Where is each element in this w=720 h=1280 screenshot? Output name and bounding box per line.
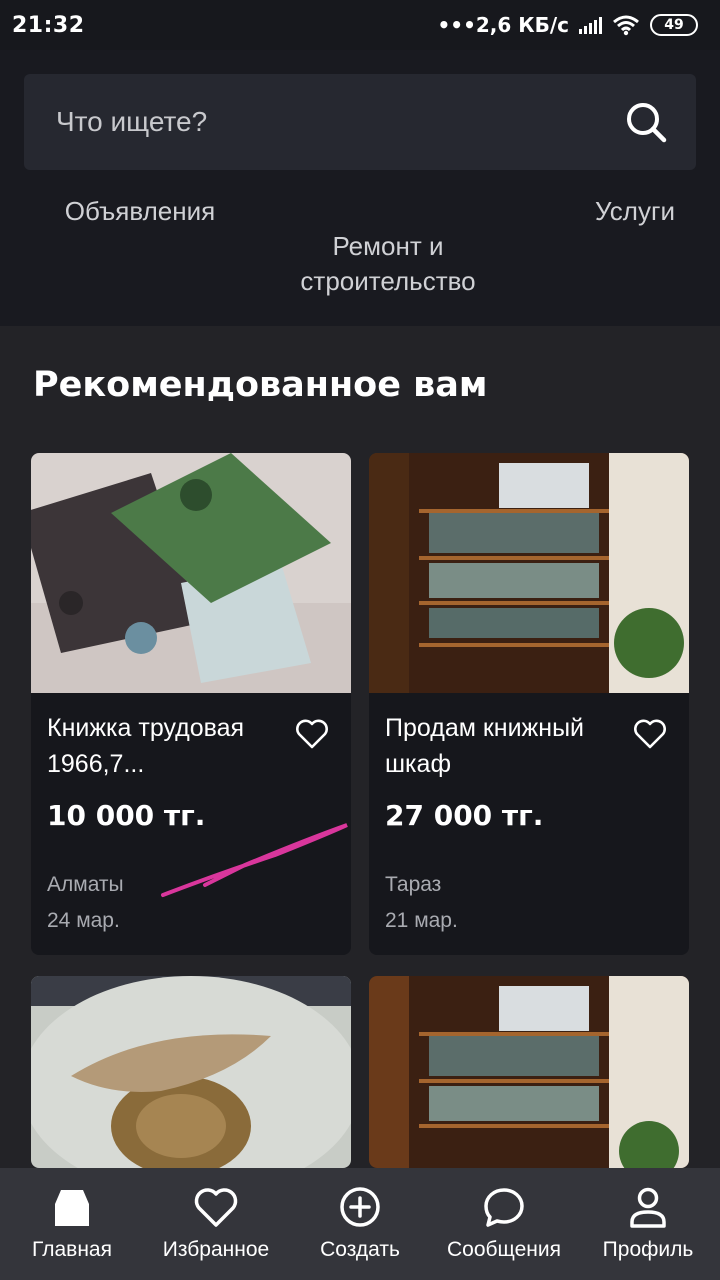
nav-label: Профиль xyxy=(602,1238,694,1261)
nav-label: Главная xyxy=(32,1238,112,1261)
status-bar: 21:32 •••2,6 КБ/с 49 xyxy=(0,0,720,50)
category-tabs: Объявления Ремонт и строительство Услуги xyxy=(0,194,720,296)
listing-title: Продам книжный шкаф xyxy=(385,714,585,778)
listing-price: 27 000 тг. xyxy=(385,799,544,832)
nav-item-create[interactable]: Создать xyxy=(288,1168,432,1280)
network-speed: •••2,6 КБ/с xyxy=(437,13,570,37)
header-area: Что ищете? Объявления Ремонт и строитель… xyxy=(0,50,720,326)
bottom-navigation: Главная Избранное Создать Сообщения Проф… xyxy=(0,1168,720,1280)
category-tab-label: Ремонт и строительство xyxy=(300,231,476,296)
nav-label: Создать xyxy=(320,1238,400,1261)
category-tab-label: Услуги xyxy=(595,196,675,226)
search-input[interactable]: Что ищете? xyxy=(24,74,696,170)
battery-level: 49 xyxy=(664,17,684,33)
listing-photo[interactable] xyxy=(369,976,689,1168)
user-icon xyxy=(630,1187,666,1228)
status-indicators: •••2,6 КБ/с 49 xyxy=(437,13,698,37)
listing-price: 10 000 тг. xyxy=(47,799,206,832)
category-tab-listings[interactable]: Объявления xyxy=(40,194,240,229)
chat-bubble-icon xyxy=(484,1188,524,1227)
heart-icon xyxy=(194,1188,238,1227)
favorite-heart-icon[interactable] xyxy=(295,717,329,751)
listing-card-snail[interactable] xyxy=(31,976,351,1168)
search-icon[interactable] xyxy=(624,100,668,144)
listing-card-work-book[interactable]: Книжка трудовая 1966,7... 10 000 тг. Алм… xyxy=(31,453,351,955)
category-tab-label: Объявления xyxy=(64,196,216,226)
plus-circle-icon xyxy=(340,1187,380,1227)
category-tab-repair[interactable]: Ремонт и строительство xyxy=(270,194,506,299)
nav-item-messages[interactable]: Сообщения xyxy=(432,1168,576,1280)
status-time: 21:32 xyxy=(12,12,85,38)
category-tab-services[interactable]: Услуги xyxy=(580,194,690,229)
home-icon xyxy=(55,1190,89,1226)
listing-date: 24 мар. xyxy=(47,909,120,932)
listing-city: Алматы xyxy=(47,873,124,896)
listing-card-bookcase[interactable]: Продам книжный шкаф 27 000 тг. Тараз 21 … xyxy=(369,453,689,955)
nav-label: Сообщения xyxy=(447,1238,561,1261)
listing-body: Книжка трудовая 1966,7... 10 000 тг. Алм… xyxy=(31,693,351,955)
listing-title: Книжка трудовая 1966,7... xyxy=(47,714,245,778)
nav-label: Избранное xyxy=(162,1238,270,1261)
listing-date: 21 мар. xyxy=(385,909,458,932)
listing-photo[interactable] xyxy=(31,976,351,1168)
listing-photo[interactable] xyxy=(31,453,351,693)
signal-icon xyxy=(579,16,602,34)
battery-icon: 49 xyxy=(650,14,698,36)
section-title-recommended: Рекомендованное вам xyxy=(33,365,488,405)
nav-item-home[interactable]: Главная xyxy=(0,1168,144,1280)
nav-item-favorites[interactable]: Избранное xyxy=(144,1168,288,1280)
listing-photo[interactable] xyxy=(369,453,689,693)
listing-card-bookcase-2[interactable] xyxy=(369,976,689,1168)
search-placeholder: Что ищете? xyxy=(56,106,208,137)
wifi-icon xyxy=(613,15,639,36)
listing-city: Тараз xyxy=(385,873,442,896)
favorite-heart-icon[interactable] xyxy=(633,717,667,751)
listing-body: Продам книжный шкаф 27 000 тг. Тараз 21 … xyxy=(369,693,689,955)
nav-item-profile[interactable]: Профиль xyxy=(576,1168,720,1280)
